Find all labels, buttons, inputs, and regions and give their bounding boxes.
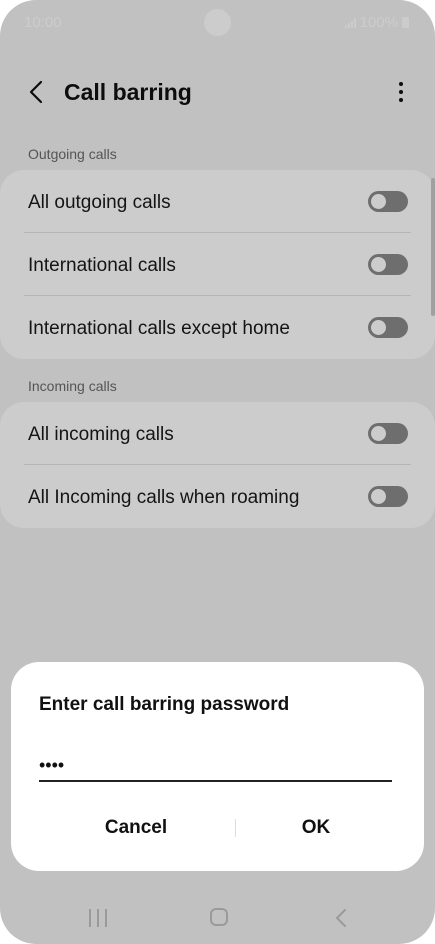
- ok-button[interactable]: OK: [221, 808, 411, 848]
- cancel-button[interactable]: Cancel: [41, 808, 231, 848]
- recent-apps-icon[interactable]: [89, 909, 107, 927]
- password-field[interactable]: [39, 750, 392, 782]
- home-icon[interactable]: [210, 908, 228, 926]
- navigation-bar: [0, 895, 435, 944]
- dialog-title: Enter call barring password: [39, 694, 290, 715]
- password-dialog: Enter call barring password Cancel OK: [11, 662, 424, 871]
- nav-back-icon[interactable]: [334, 908, 348, 928]
- phone-screen: 10:00 100% Call barring Outgoing calls A…: [0, 0, 435, 944]
